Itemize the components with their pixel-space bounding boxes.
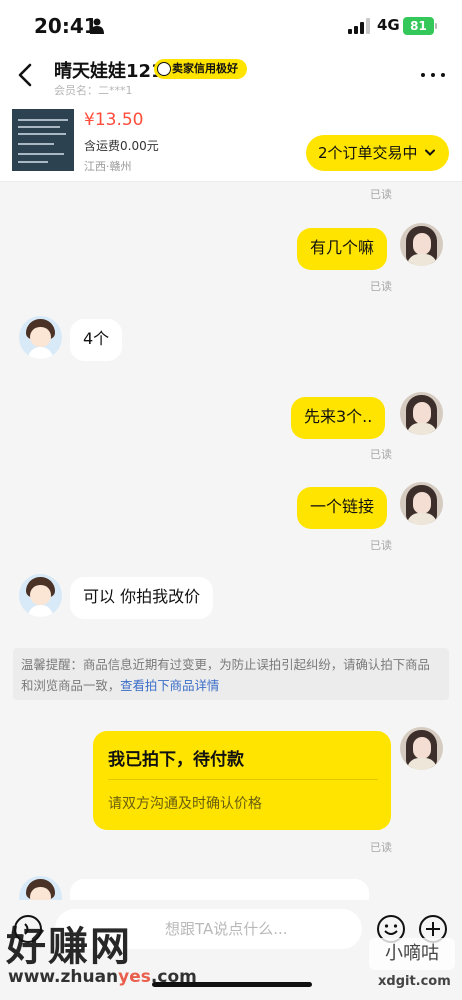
read-receipt: 已读 (370, 448, 392, 461)
message-bubble-other[interactable]: 可以 你拍我改价 (70, 577, 214, 619)
self-avatar[interactable] (400, 392, 443, 435)
self-avatar[interactable] (400, 727, 443, 770)
badge-face-icon (157, 62, 171, 76)
chevron-down-icon (425, 149, 435, 156)
contact-name[interactable]: 晴天娃娃121 (54, 57, 164, 83)
message-text: 一个链接 (310, 497, 375, 516)
self-avatar[interactable] (400, 482, 443, 525)
product-price: ¥13.50 (84, 110, 144, 130)
signal-icon (348, 18, 370, 34)
side-watermark: 小嘀咕 (369, 938, 455, 970)
contact-avatar[interactable] (19, 574, 62, 617)
message-bubble-other[interactable]: 4个 (70, 319, 123, 361)
back-arrow-icon[interactable] (14, 62, 38, 88)
read-receipt: 已读 (370, 841, 392, 854)
message-text: 可以 你拍我改价 (83, 587, 201, 606)
battery-tip (435, 23, 437, 29)
site-watermark: 好赚网 (6, 924, 132, 970)
member-name: 会员名：二***1 (54, 84, 133, 97)
shipping-fee: 含运费0.00元 (84, 139, 159, 153)
product-location: 江西·赣州 (84, 160, 132, 173)
contact-avatar[interactable] (19, 316, 62, 359)
warm-reminder-notice: 温馨提醒：商品信息近期有过变更，为防止误拍引起纠纷，请确认拍下商品和浏览商品一致… (13, 648, 449, 700)
chat-header: 晴天娃娃121 卖家信用极好 会员名：二***1 (0, 52, 462, 102)
message-bubble-self[interactable]: 一个链接 (297, 487, 388, 529)
battery-indicator: 81 (403, 17, 434, 35)
seller-credit-badge[interactable]: 卖家信用极好 (154, 59, 247, 79)
self-avatar[interactable] (400, 223, 443, 266)
message-bubble-self[interactable]: 先来3个.. (291, 397, 386, 439)
order-status-subtitle: 请双方沟通及时确认价格 (108, 796, 262, 812)
view-order-details-link[interactable]: 查看拍下商品详情 (120, 678, 219, 693)
message-text: 先来3个.. (304, 407, 373, 426)
orders-in-progress-button[interactable]: 2个订单交易中 (306, 135, 449, 171)
orders-button-label: 2个订单交易中 (318, 144, 418, 162)
read-receipt: 已读 (370, 539, 392, 552)
person-icon (90, 18, 104, 34)
notice-text: 温馨提醒：商品信息近期有过变更，为防止误拍引起纠纷，请确认拍下商品和浏览商品一致… (21, 657, 430, 693)
order-status-title: 我已拍下，待付款 (108, 750, 244, 770)
status-time: 20:41 (34, 14, 98, 38)
message-bubble-self[interactable]: 有几个嘛 (297, 228, 388, 270)
product-thumbnail[interactable] (12, 109, 74, 171)
product-bar[interactable]: ¥13.50 含运费0.00元 江西·赣州 2个订单交易中 (0, 102, 462, 182)
side-watermark-url: xdgit.com (378, 974, 451, 989)
read-receipt: 已读 (370, 188, 392, 201)
status-bar: 20:41 4G 81 (0, 0, 462, 52)
message-bubble-other[interactable] (70, 879, 369, 900)
chat-area[interactable]: 已读 有几个嘛 已读 4个 先来3个.. 已读 一个链接 已读 可以 你拍我改价… (0, 182, 462, 919)
network-type: 4G (377, 16, 400, 34)
more-options-icon[interactable] (420, 62, 446, 88)
order-card-divider (108, 779, 378, 780)
message-text: 有几个嘛 (310, 238, 375, 257)
home-indicator (152, 982, 312, 987)
message-text: 4个 (83, 329, 110, 348)
order-status-card[interactable]: 我已拍下，待付款 请双方沟通及时确认价格 (93, 731, 391, 830)
read-receipt: 已读 (370, 280, 392, 293)
credit-badge-label: 卖家信用极好 (172, 62, 238, 75)
